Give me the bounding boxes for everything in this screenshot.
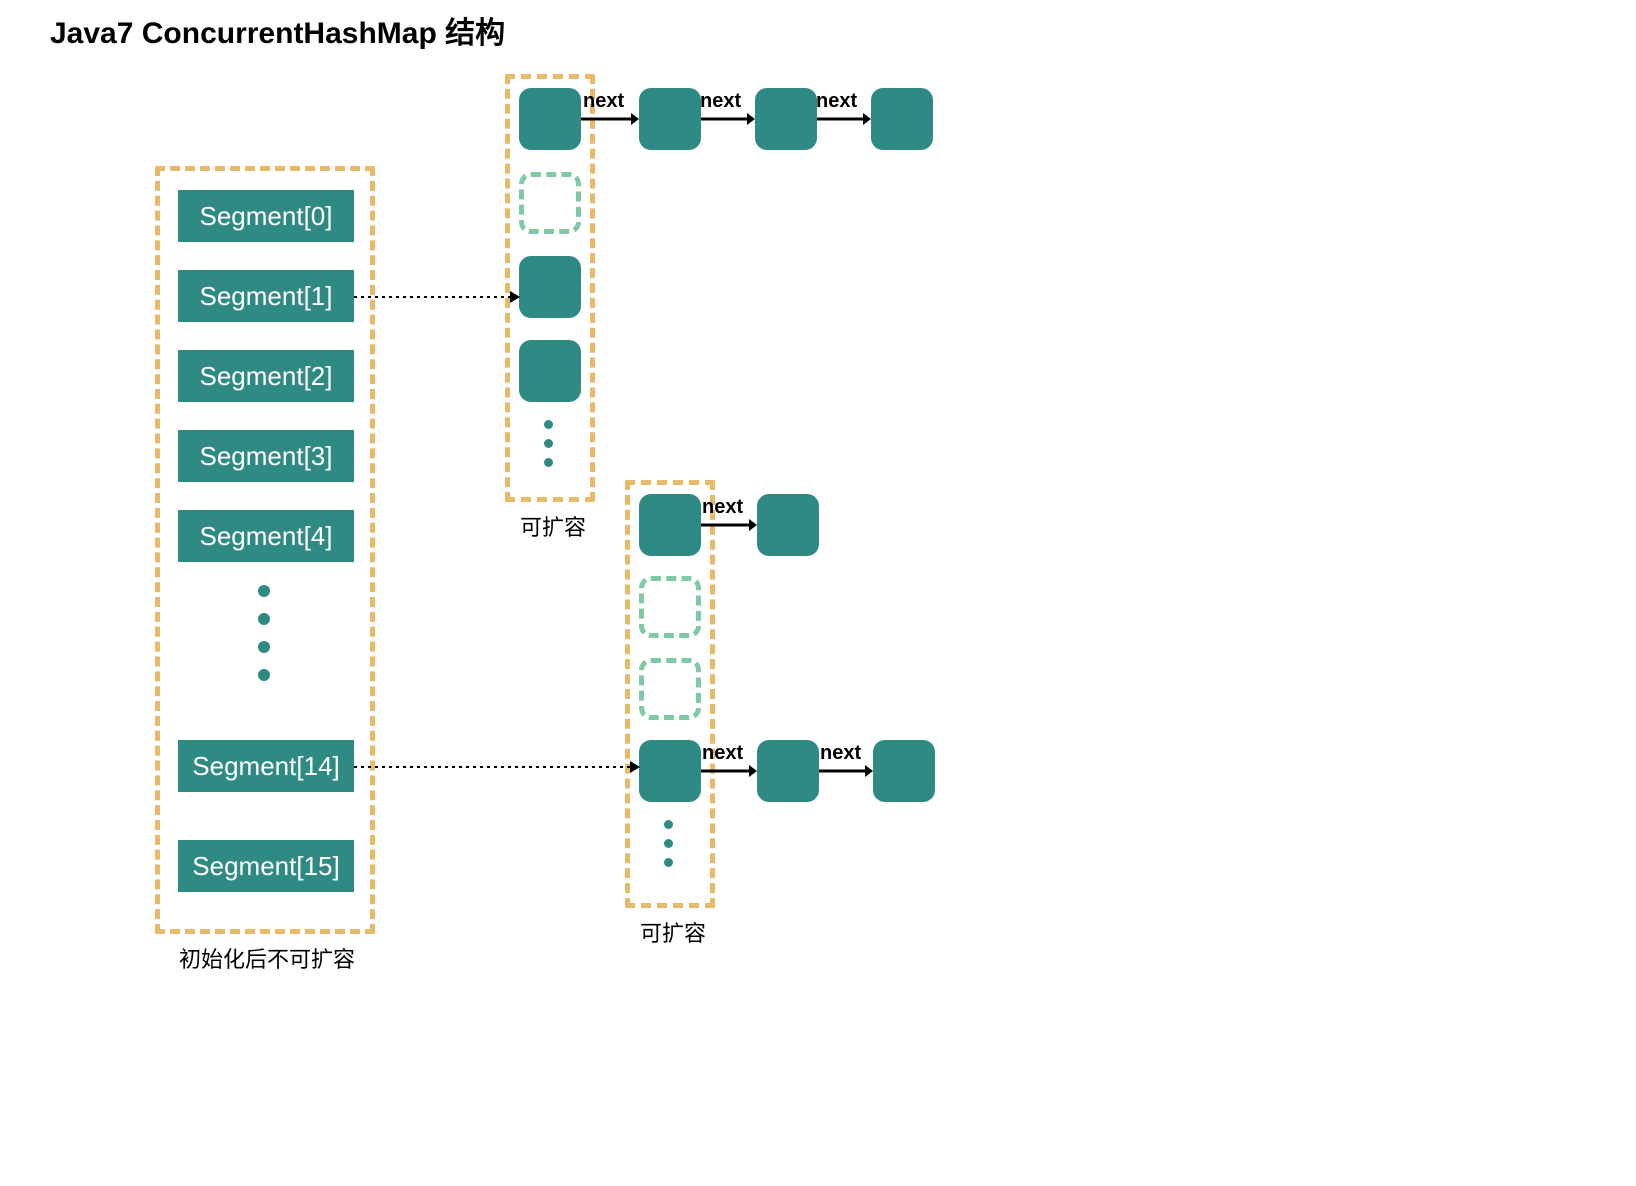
arrow-2a: [701, 518, 757, 532]
arrow-1b: [701, 112, 755, 126]
arrow-1a: [581, 112, 639, 126]
segment-ellipsis: [258, 585, 270, 681]
segment-4: Segment[4]: [178, 510, 354, 562]
bucket1-chain-node-3: [871, 88, 933, 150]
bucket2-empty-2: [639, 658, 701, 720]
segment-array-caption: 初始化后不可扩容: [177, 942, 357, 974]
bucket1-entry-2: [519, 256, 581, 318]
segment-0: Segment[0]: [178, 190, 354, 242]
next-label-2a: next: [702, 496, 743, 519]
pointer-seg14-to-bucket2: [354, 760, 640, 774]
bucket1-entry-3: [519, 340, 581, 402]
bucket2-chain3-node-1: [757, 740, 819, 802]
pointer-seg1-to-bucket1: [354, 290, 520, 304]
bucket2-entry-0: [639, 494, 701, 556]
next-label-1c: next: [816, 90, 857, 113]
segment-14: Segment[14]: [178, 740, 354, 792]
bucket1-entry-0: [519, 88, 581, 150]
bucket2-chain0-node-1: [757, 494, 819, 556]
bucket1-chain-node-2: [755, 88, 817, 150]
bucket2-entry-3: [639, 740, 701, 802]
bucket1-chain-node-1: [639, 88, 701, 150]
arrow-2c: [819, 764, 873, 778]
segment-2: Segment[2]: [178, 350, 354, 402]
segment-3: Segment[3]: [178, 430, 354, 482]
arrow-1c: [817, 112, 871, 126]
segment-1: Segment[1]: [178, 270, 354, 322]
next-label-2b: next: [702, 742, 743, 765]
bucket2-empty-1: [639, 576, 701, 638]
bucket1-empty-1: [519, 172, 581, 234]
bucket1-caption: 可扩容: [518, 510, 588, 542]
segment-15: Segment[15]: [178, 840, 354, 892]
arrow-2b: [701, 764, 757, 778]
next-label-2c: next: [820, 742, 861, 765]
bucket2-ellipsis: [664, 820, 673, 867]
diagram-title: Java7 ConcurrentHashMap 结构: [50, 8, 505, 52]
next-label-1b: next: [700, 90, 741, 113]
bucket2-chain3-node-2: [873, 740, 935, 802]
next-label-1a: next: [583, 90, 624, 113]
bucket2-caption: 可扩容: [638, 916, 708, 948]
bucket1-ellipsis: [544, 420, 553, 467]
